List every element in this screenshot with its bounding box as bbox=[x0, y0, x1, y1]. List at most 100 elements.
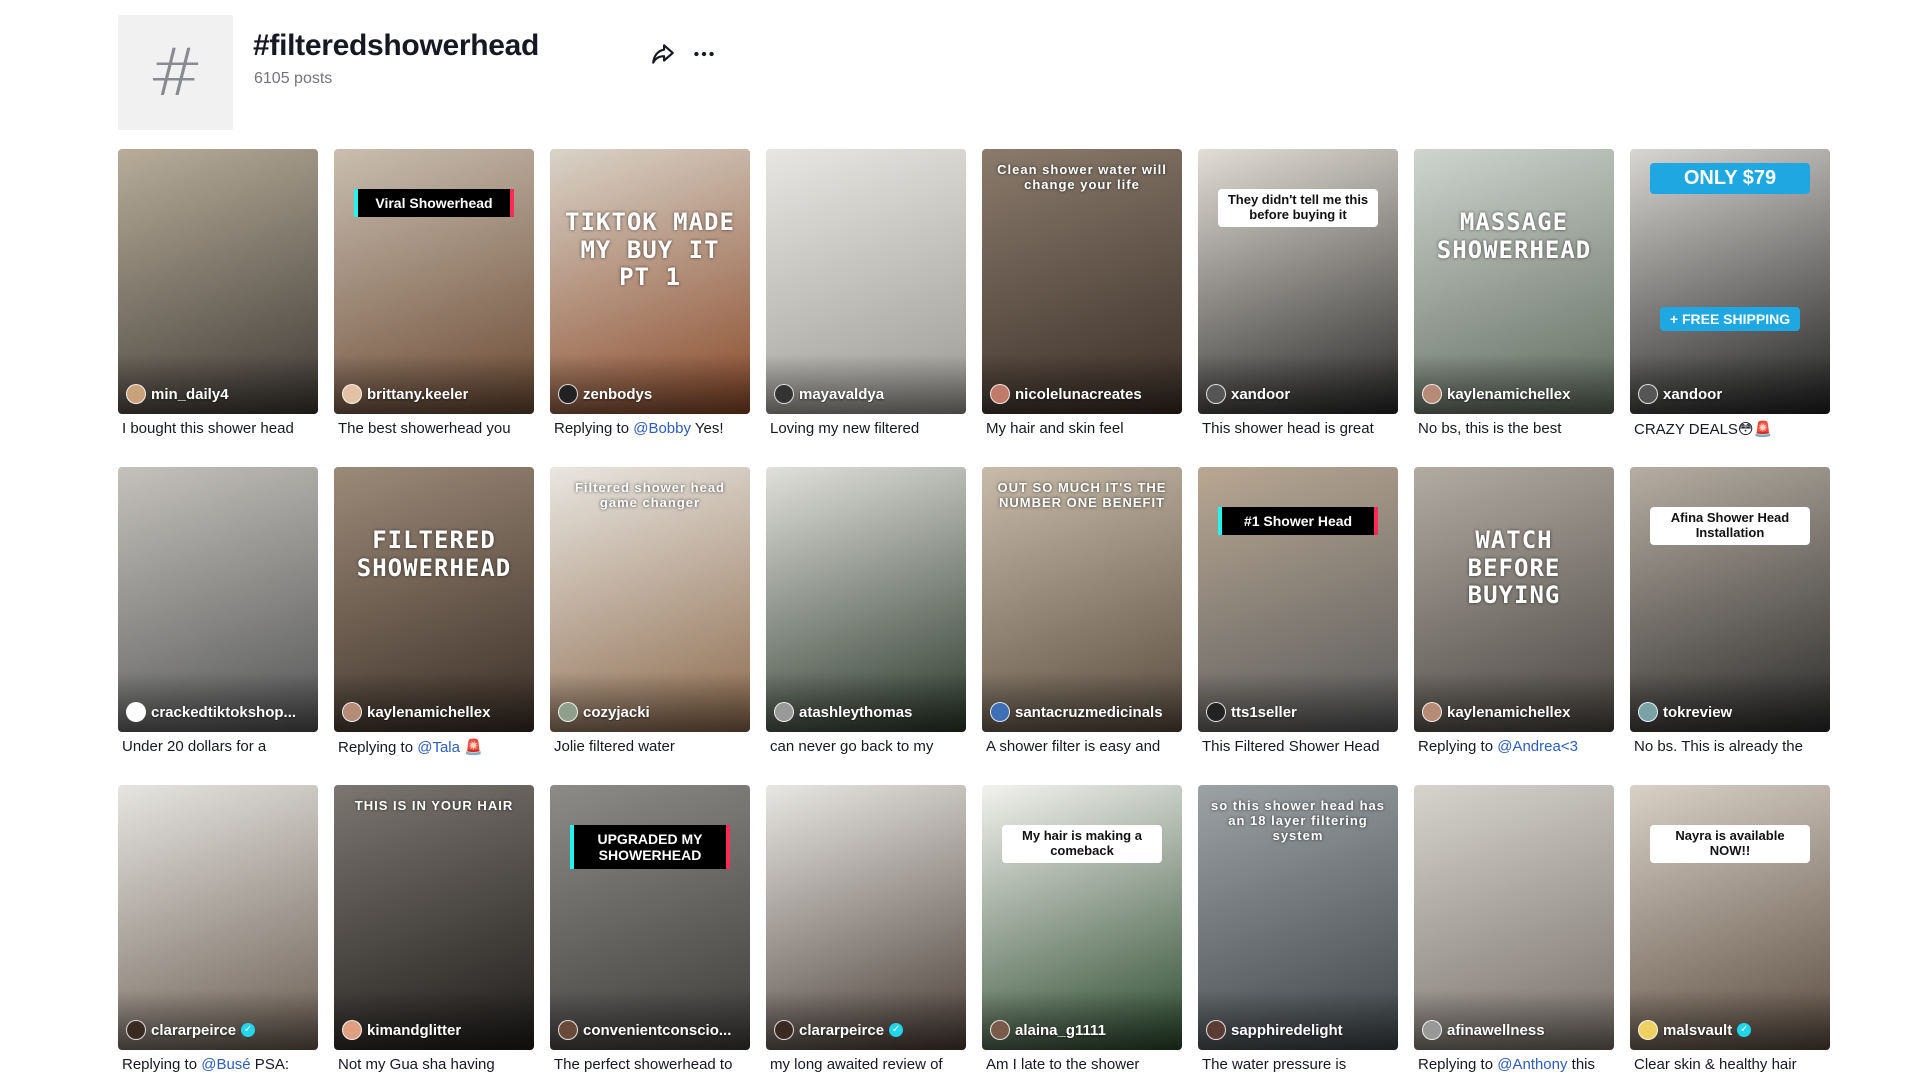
video-thumbnail[interactable]: min_daily4 bbox=[118, 149, 318, 414]
video-caption[interactable]: Replying to @Tala 🚨 bbox=[338, 738, 534, 756]
video-caption[interactable]: This Filtered Shower Head bbox=[1202, 738, 1398, 755]
video-caption[interactable]: Loving my new filtered bbox=[770, 420, 966, 437]
video-caption[interactable]: Replying to @Andrea<3 bbox=[1418, 738, 1614, 755]
video-author[interactable]: santacruzmedicinals bbox=[990, 702, 1163, 722]
video-thumbnail[interactable]: ONLY $79 + FREE SHIPPING xandoor bbox=[1630, 149, 1830, 414]
video-caption[interactable]: Am I late to the shower bbox=[986, 1056, 1182, 1073]
video-thumbnail[interactable]: MASSAGE SHOWERHEAD kaylenamichellex bbox=[1414, 149, 1614, 414]
video-card[interactable]: TIKTOK MADE MY BUY IT PT 1 zenbodys Replyi… bbox=[550, 149, 750, 449]
video-card[interactable]: Viral Showerhead brittany.keeler The best … bbox=[334, 149, 534, 449]
video-author[interactable]: clararpeirce ✓ bbox=[774, 1020, 904, 1040]
video-thumbnail[interactable]: THIS IS IN YOUR HAIR kimandglitter bbox=[334, 785, 534, 1050]
video-caption[interactable]: Under 20 dollars for a bbox=[122, 738, 318, 755]
video-author[interactable]: malsvault ✓ bbox=[1638, 1020, 1752, 1040]
video-caption[interactable]: No bs, this is the best bbox=[1418, 420, 1614, 437]
video-caption[interactable]: My hair and skin feel bbox=[986, 420, 1182, 437]
video-card[interactable]: #1 Shower Head tts1seller This Filtered Sh… bbox=[1198, 467, 1398, 767]
video-thumbnail[interactable]: Filtered shower head game changer cozyjac… bbox=[550, 467, 750, 732]
video-thumbnail[interactable]: so this shower head has an 18 layer filt… bbox=[1198, 785, 1398, 1050]
video-card[interactable]: MASSAGE SHOWERHEAD kaylenamichellex No bs,… bbox=[1414, 149, 1614, 449]
video-card[interactable]: crackedtiktokshop... Under 20 dollars for… bbox=[118, 467, 318, 767]
video-thumbnail[interactable]: OUT SO MUCH IT'S THE NUMBER ONE BENEFIT s… bbox=[982, 467, 1182, 732]
video-thumbnail[interactable]: atashleythomas bbox=[766, 467, 966, 732]
video-author[interactable]: mayavaldya bbox=[774, 384, 884, 404]
share-button[interactable] bbox=[646, 37, 680, 71]
video-author[interactable]: kaylenamichellex bbox=[1422, 702, 1570, 722]
video-thumbnail[interactable]: Afina Shower Head Installation tokreview bbox=[1630, 467, 1830, 732]
video-card[interactable]: THIS IS IN YOUR HAIR kimandglitter Not my … bbox=[334, 785, 534, 1080]
video-caption[interactable]: Jolie filtered water bbox=[554, 738, 750, 755]
video-card[interactable]: WATCH BEFORE BUYING kaylenamichellex Reply… bbox=[1414, 467, 1614, 767]
video-thumbnail[interactable]: clararpeirce ✓ bbox=[118, 785, 318, 1050]
video-caption[interactable]: The perfect showerhead to bbox=[554, 1056, 750, 1073]
video-thumbnail[interactable]: mayavaldya bbox=[766, 149, 966, 414]
video-card[interactable]: UPGRADED MY SHOWERHEAD convenientconscio.… bbox=[550, 785, 750, 1080]
video-author[interactable]: atashleythomas bbox=[774, 702, 912, 722]
video-caption[interactable]: The best showerhead you bbox=[338, 420, 534, 437]
video-card[interactable]: My hair is making a comeback alaina_g1111… bbox=[982, 785, 1182, 1080]
video-card[interactable]: ONLY $79 + FREE SHIPPING xandoor CRAZY DEAL… bbox=[1630, 149, 1830, 449]
video-card[interactable]: min_daily4 I bought this shower head bbox=[118, 149, 318, 449]
video-thumbnail[interactable]: My hair is making a comeback alaina_g1111 bbox=[982, 785, 1182, 1050]
video-caption[interactable]: can never go back to my bbox=[770, 738, 966, 755]
video-author[interactable]: convenientconscio... bbox=[558, 1020, 731, 1040]
video-caption[interactable]: The water pressure is bbox=[1202, 1056, 1398, 1073]
mention-link[interactable]: @Anthony bbox=[1497, 1056, 1567, 1073]
video-author[interactable]: kaylenamichellex bbox=[342, 702, 490, 722]
video-author[interactable]: kimandglitter bbox=[342, 1020, 461, 1040]
video-card[interactable]: afinawellness Replying to @Anthony this bbox=[1414, 785, 1614, 1080]
video-caption[interactable]: I bought this shower head bbox=[122, 420, 318, 437]
video-caption[interactable]: No bs. This is already the bbox=[1634, 738, 1830, 755]
video-caption[interactable]: Replying to @Anthony this bbox=[1418, 1056, 1614, 1073]
video-card[interactable]: They didn't tell me this before buying i… bbox=[1198, 149, 1398, 449]
video-caption[interactable]: Not my Gua sha having bbox=[338, 1056, 534, 1073]
mention-link[interactable]: @Tala bbox=[417, 739, 460, 756]
video-card[interactable]: clararpeirce ✓ my long awaited review of bbox=[766, 785, 966, 1080]
video-caption[interactable]: CRAZY DEALS😳🚨 bbox=[1634, 420, 1830, 438]
video-author[interactable]: crackedtiktokshop... bbox=[126, 702, 296, 722]
mention-link[interactable]: @Busé bbox=[201, 1056, 250, 1073]
video-thumbnail[interactable]: afinawellness bbox=[1414, 785, 1614, 1050]
video-card[interactable]: FILTERED SHOWERHEAD kaylenamichellex Reply… bbox=[334, 467, 534, 767]
video-card[interactable]: Nayra is available NOW!! malsvault ✓ Clear … bbox=[1630, 785, 1830, 1080]
video-author[interactable]: xandoor bbox=[1206, 384, 1290, 404]
video-thumbnail[interactable]: FILTERED SHOWERHEAD kaylenamichellex bbox=[334, 467, 534, 732]
video-card[interactable]: so this shower head has an 18 layer filt… bbox=[1198, 785, 1398, 1080]
video-caption[interactable]: A shower filter is easy and bbox=[986, 738, 1182, 755]
video-caption[interactable]: my long awaited review of bbox=[770, 1056, 966, 1073]
video-thumbnail[interactable]: Viral Showerhead brittany.keeler bbox=[334, 149, 534, 414]
video-thumbnail[interactable]: UPGRADED MY SHOWERHEAD convenientconscio.… bbox=[550, 785, 750, 1050]
video-caption[interactable]: Replying to @Busé PSA: bbox=[122, 1056, 318, 1073]
more-options-button[interactable] bbox=[687, 37, 721, 71]
video-caption[interactable]: This shower head is great bbox=[1202, 420, 1398, 437]
video-card[interactable]: Filtered shower head game changer cozyjac… bbox=[550, 467, 750, 767]
video-thumbnail[interactable]: Clean shower water will change your life… bbox=[982, 149, 1182, 414]
video-author[interactable]: xandoor bbox=[1638, 384, 1722, 404]
video-author[interactable]: tts1seller bbox=[1206, 702, 1297, 722]
video-thumbnail[interactable]: crackedtiktokshop... bbox=[118, 467, 318, 732]
video-author[interactable]: kaylenamichellex bbox=[1422, 384, 1570, 404]
video-thumbnail[interactable]: WATCH BEFORE BUYING kaylenamichellex bbox=[1414, 467, 1614, 732]
video-author[interactable]: cozyjacki bbox=[558, 702, 650, 722]
video-author[interactable]: zenbodys bbox=[558, 384, 652, 404]
video-thumbnail[interactable]: clararpeirce ✓ bbox=[766, 785, 966, 1050]
video-thumbnail[interactable]: They didn't tell me this before buying i… bbox=[1198, 149, 1398, 414]
video-thumbnail[interactable]: Nayra is available NOW!! malsvault ✓ bbox=[1630, 785, 1830, 1050]
video-author[interactable]: brittany.keeler bbox=[342, 384, 468, 404]
video-author[interactable]: clararpeirce ✓ bbox=[126, 1020, 256, 1040]
video-card[interactable]: atashleythomas can never go back to my bbox=[766, 467, 966, 767]
video-thumbnail[interactable]: #1 Shower Head tts1seller bbox=[1198, 467, 1398, 732]
video-card[interactable]: Clean shower water will change your life… bbox=[982, 149, 1182, 449]
video-author[interactable]: sapphiredelight bbox=[1206, 1020, 1343, 1040]
video-caption[interactable]: Replying to @Bobby Yes! bbox=[554, 420, 750, 437]
video-caption[interactable]: Clear skin & healthy hair bbox=[1634, 1056, 1830, 1073]
mention-link[interactable]: @Andrea<3 bbox=[1497, 738, 1578, 755]
video-author[interactable]: tokreview bbox=[1638, 702, 1732, 722]
video-author[interactable]: afinawellness bbox=[1422, 1020, 1545, 1040]
mention-link[interactable]: @Bobby bbox=[633, 420, 691, 437]
video-author[interactable]: nicolelunacreates bbox=[990, 384, 1142, 404]
video-card[interactable]: mayavaldya Loving my new filtered bbox=[766, 149, 966, 449]
video-card[interactable]: clararpeirce ✓ Replying to @Busé PSA: bbox=[118, 785, 318, 1080]
video-thumbnail[interactable]: TIKTOK MADE MY BUY IT PT 1 zenbodys bbox=[550, 149, 750, 414]
video-card[interactable]: Afina Shower Head Installation tokreview N… bbox=[1630, 467, 1830, 767]
